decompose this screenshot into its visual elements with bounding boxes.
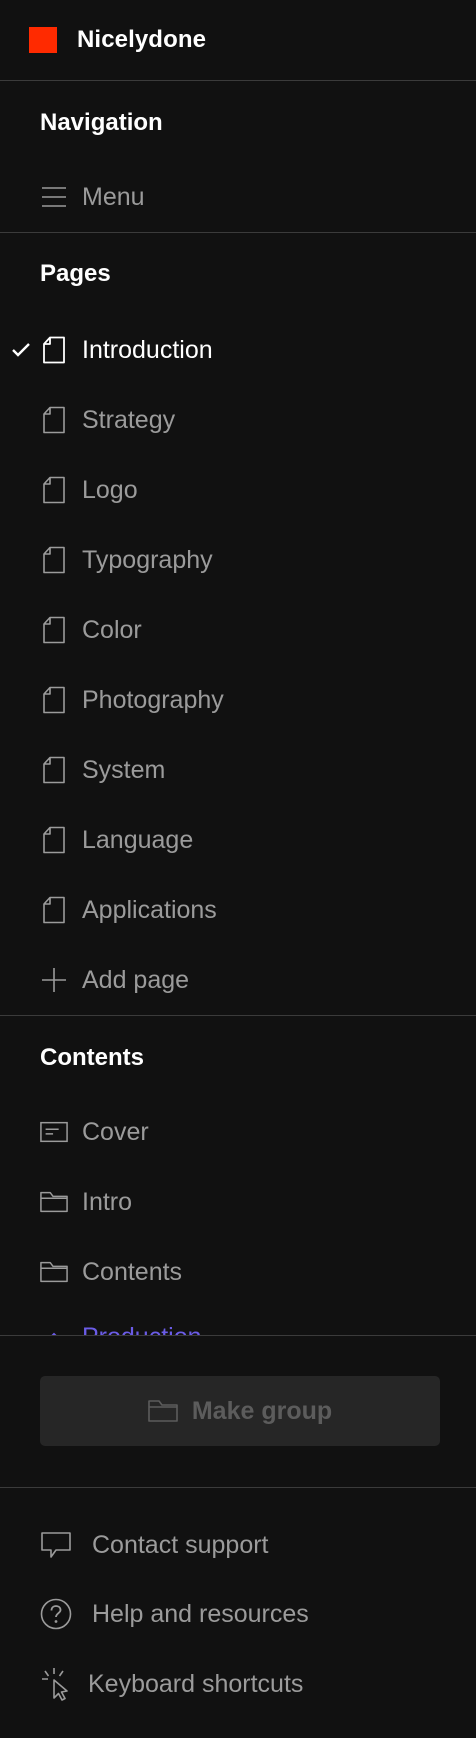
- page-item-strategy[interactable]: Strategy: [0, 394, 476, 446]
- plus-icon: [40, 966, 68, 994]
- nav-item-menu[interactable]: Menu: [0, 171, 476, 223]
- section-title-contents: Contents: [40, 1044, 144, 1071]
- divider: [0, 80, 476, 81]
- divider: [0, 1487, 476, 1488]
- page-icon: [40, 826, 68, 854]
- page-item-label: Introduction: [82, 335, 213, 364]
- page-icon: [40, 476, 68, 504]
- contact-support-link[interactable]: Contact support: [0, 1517, 476, 1573]
- contents-item-label: Production: [82, 1323, 202, 1335]
- hamburger-menu-icon: [40, 183, 68, 211]
- page-icon: [40, 406, 68, 434]
- page-item-label: Logo: [82, 475, 138, 504]
- add-page-button[interactable]: Add page: [0, 954, 476, 1006]
- divider: [0, 1335, 476, 1336]
- folder-icon: [40, 1188, 68, 1216]
- contents-item-cover[interactable]: Cover: [0, 1106, 476, 1158]
- page-icon: [40, 896, 68, 924]
- cover-icon: [40, 1118, 68, 1146]
- page-item-typography[interactable]: Typography: [0, 534, 476, 586]
- page-item-language[interactable]: Language: [0, 814, 476, 866]
- nav-item-label: Menu: [82, 182, 145, 211]
- make-group-button[interactable]: Make group: [40, 1376, 440, 1446]
- sidebar-panel: Nicelydone Navigation Menu Pages Introdu…: [0, 0, 476, 1738]
- page-item-label: Strategy: [82, 405, 176, 434]
- chat-bubble-icon: [40, 1529, 72, 1561]
- brand-name: Nicelydone: [77, 26, 207, 53]
- brand-logo: [29, 27, 57, 53]
- page-icon: [40, 756, 68, 784]
- contents-item-label: Contents: [82, 1257, 183, 1286]
- section-title-pages: Pages: [40, 260, 111, 287]
- folder-icon: [148, 1398, 178, 1424]
- footer-item-label: Contact support: [92, 1530, 269, 1559]
- page-item-label: Typography: [82, 545, 213, 574]
- add-page-label: Add page: [82, 965, 190, 994]
- make-group-label: Make group: [191, 1396, 333, 1425]
- page-item-applications[interactable]: Applications: [0, 884, 476, 936]
- contents-item-production[interactable]: Production: [0, 1315, 476, 1335]
- brand-header[interactable]: Nicelydone: [0, 0, 476, 80]
- keyboard-shortcuts-link[interactable]: Keyboard shortcuts: [0, 1656, 476, 1712]
- page-item-label: Language: [82, 825, 194, 854]
- section-title-navigation: Navigation: [40, 109, 163, 136]
- footer-item-label: Keyboard shortcuts: [88, 1669, 304, 1698]
- page-item-label: Photography: [82, 685, 224, 714]
- folder-icon: [40, 1258, 68, 1286]
- contents-item-intro[interactable]: Intro: [0, 1176, 476, 1228]
- page-item-system[interactable]: System: [0, 744, 476, 796]
- page-icon: [40, 336, 68, 364]
- page-item-label: System: [82, 755, 166, 784]
- chevron-up-icon: [40, 1323, 68, 1335]
- page-icon: [40, 616, 68, 644]
- checkmark-icon: [10, 339, 32, 361]
- page-icon: [40, 686, 68, 714]
- contents-item-label: Intro: [82, 1187, 133, 1216]
- page-icon: [40, 546, 68, 574]
- cursor-click-icon: [40, 1668, 72, 1701]
- page-item-color[interactable]: Color: [0, 604, 476, 656]
- contents-item-contents[interactable]: Contents: [0, 1246, 476, 1298]
- divider: [0, 232, 476, 233]
- help-resources-link[interactable]: Help and resources: [0, 1586, 476, 1642]
- page-item-label: Color: [82, 615, 142, 644]
- page-item-label: Applications: [82, 895, 217, 924]
- footer-item-label: Help and resources: [92, 1599, 309, 1628]
- question-circle-icon: [40, 1598, 72, 1630]
- contents-item-label: Cover: [82, 1117, 149, 1146]
- clipped-row: Production: [0, 1315, 476, 1335]
- page-item-logo[interactable]: Logo: [0, 464, 476, 516]
- divider: [0, 1015, 476, 1016]
- page-item-introduction[interactable]: Introduction: [0, 324, 476, 376]
- page-item-photography[interactable]: Photography: [0, 674, 476, 726]
